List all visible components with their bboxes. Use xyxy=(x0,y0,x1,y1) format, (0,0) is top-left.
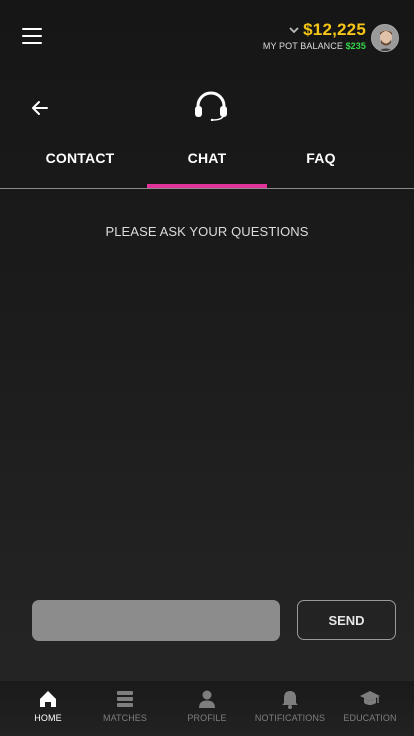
nav-item-notifications[interactable]: NOTIFICATIONS xyxy=(250,688,330,723)
tab-chat[interactable]: CHAT xyxy=(147,150,267,166)
active-tab-indicator xyxy=(147,184,267,188)
pot-balance: MY POT BALANCE $235 xyxy=(263,41,366,51)
tab-contact[interactable]: CONTACT xyxy=(20,150,140,166)
nav-label-notifications: NOTIFICATIONS xyxy=(254,713,326,723)
bottom-navigation: HOME MATCHES PROFILE NOTIFICATIONS EDUCA… xyxy=(0,680,414,736)
nav-item-home[interactable]: HOME xyxy=(8,688,88,723)
nav-item-profile[interactable]: PROFILE xyxy=(167,688,247,723)
nav-label-education: EDUCATION xyxy=(343,713,397,723)
avatar[interactable] xyxy=(371,24,399,52)
nav-item-education[interactable]: EDUCATION xyxy=(330,688,410,723)
app-screen: $12,225 MY POT BALANCE $235 CONTACT CHAT… xyxy=(0,0,414,736)
chat-prompt: PLEASE ASK YOUR QUESTIONS xyxy=(105,224,309,239)
chevron-down-icon xyxy=(289,27,299,34)
nav-label-home: HOME xyxy=(34,713,62,723)
nav-label-profile: PROFILE xyxy=(187,713,227,723)
chat-message-input[interactable] xyxy=(32,600,280,641)
support-tabs: CONTACT CHAT FAQ xyxy=(0,140,414,189)
hamburger-menu-icon[interactable] xyxy=(22,28,42,48)
profile-icon xyxy=(199,690,215,708)
avatar-image xyxy=(372,25,398,51)
top-bar: $12,225 MY POT BALANCE $235 xyxy=(0,0,414,80)
tab-faq[interactable]: FAQ xyxy=(261,150,381,166)
pot-balance-value: $235 xyxy=(345,41,366,51)
headset-icon xyxy=(193,91,229,122)
graduation-cap-icon xyxy=(360,691,380,705)
bell-icon xyxy=(282,691,298,709)
home-icon xyxy=(40,691,56,707)
matches-icon xyxy=(117,691,133,707)
nav-label-matches: MATCHES xyxy=(102,713,148,723)
pot-balance-label: MY POT BALANCE xyxy=(262,41,343,51)
balance-amount: $12,225 xyxy=(303,20,366,39)
nav-item-matches[interactable]: MATCHES xyxy=(85,688,165,723)
balance-block[interactable]: $12,225 MY POT BALANCE $235 xyxy=(263,20,366,51)
send-button[interactable]: SEND xyxy=(297,600,396,640)
back-arrow-icon[interactable] xyxy=(30,98,50,118)
